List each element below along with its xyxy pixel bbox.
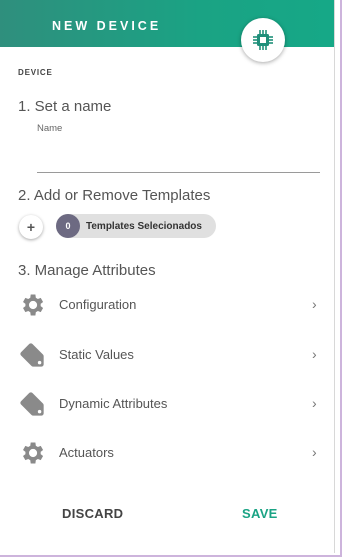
attr-label: Dynamic Attributes [59, 396, 168, 411]
tag-icon [20, 343, 44, 367]
section-label: DEVICE [18, 68, 53, 77]
attr-item-dynamic-attributes[interactable]: Dynamic Attributes › [0, 382, 334, 426]
name-field-label: Name [37, 123, 63, 134]
attr-label: Static Values [59, 347, 134, 362]
selected-templates-label: Templates Selecionados [86, 220, 202, 232]
header-title: NEW DEVICE [52, 19, 162, 33]
gear-icon [23, 442, 44, 464]
chevron-right-icon: › [312, 395, 317, 411]
chevron-right-icon: › [312, 444, 317, 460]
tag-icon [20, 392, 44, 416]
chevron-right-icon: › [312, 296, 317, 312]
chevron-right-icon: › [312, 346, 317, 362]
chip-icon [253, 30, 273, 50]
plus-icon: + [26, 219, 36, 235]
selected-templates-count: 0 [56, 214, 80, 238]
gear-icon [23, 294, 44, 316]
attr-item-actuators[interactable]: Actuators › [0, 431, 334, 475]
step-1-title: 1. Set a name [18, 98, 112, 115]
add-template-button[interactable]: + [19, 215, 43, 239]
attr-item-configuration[interactable]: Configuration › [0, 283, 334, 327]
attr-label: Configuration [59, 297, 137, 312]
selected-templates-chip[interactable]: 0 Templates Selecionados [56, 214, 216, 238]
save-button[interactable]: SAVE [242, 506, 278, 521]
attr-item-static-values[interactable]: Static Values › [0, 333, 334, 377]
attr-label: Actuators [59, 445, 114, 460]
step-2-title: 2. Add or Remove Templates [18, 187, 211, 204]
new-device-card: NEW DEVICE DEVICE 1. Set a name Name 2. … [0, 0, 335, 553]
panel-frame: NEW DEVICE DEVICE 1. Set a name Name 2. … [0, 0, 342, 557]
device-badge [241, 18, 285, 62]
discard-button[interactable]: DISCARD [62, 506, 123, 521]
step-3-title: 3. Manage Attributes [18, 262, 156, 279]
name-field[interactable] [37, 140, 320, 173]
